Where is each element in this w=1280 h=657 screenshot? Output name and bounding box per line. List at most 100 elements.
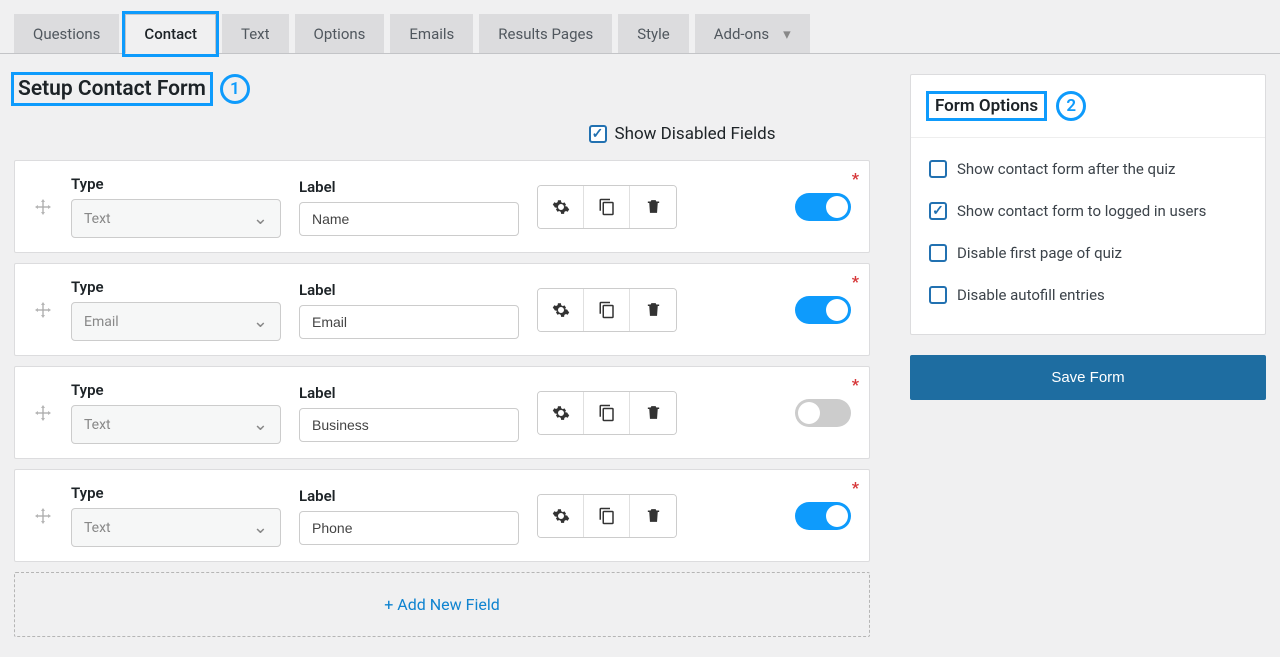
tab-label: Results Pages: [498, 25, 593, 43]
tab-emails[interactable]: Emails: [390, 14, 473, 53]
settings-button[interactable]: [538, 186, 584, 228]
settings-button[interactable]: [538, 495, 584, 537]
option-label: Show contact form after the quiz: [957, 160, 1175, 178]
option-label: Show contact form to logged in users: [957, 202, 1206, 220]
callout-1: 1: [220, 74, 250, 104]
field-actions: [537, 494, 677, 538]
type-select[interactable]: Text: [71, 405, 281, 444]
option-logged-in-users: Show contact form to logged in users: [929, 190, 1247, 232]
tab-style[interactable]: Style: [618, 14, 689, 53]
required-icon: *: [852, 272, 859, 291]
chevron-down-icon: [253, 208, 268, 229]
tab-label: Add-ons: [714, 25, 769, 43]
delete-button[interactable]: [630, 289, 676, 331]
type-select[interactable]: Text: [71, 508, 281, 547]
tab-options[interactable]: Options: [295, 14, 385, 53]
drag-handle-icon[interactable]: [33, 197, 53, 217]
required-icon: *: [852, 375, 859, 394]
show-disabled-label: Show Disabled Fields: [615, 124, 776, 144]
add-field-button[interactable]: + Add New Field: [14, 572, 870, 637]
tab-label: Contact: [144, 25, 197, 43]
form-options-title: Form Options: [929, 94, 1044, 118]
tab-contact[interactable]: Contact: [125, 14, 216, 54]
trash-icon: [645, 507, 662, 524]
option-checkbox[interactable]: [929, 202, 947, 220]
show-disabled-checkbox[interactable]: [589, 125, 607, 143]
settings-button[interactable]: [538, 392, 584, 434]
drag-handle-icon[interactable]: [33, 300, 53, 320]
duplicate-button[interactable]: [584, 392, 630, 434]
tab-bar: Questions Contact Text Options Emails Re…: [0, 0, 1280, 54]
type-select[interactable]: Email: [71, 302, 281, 341]
tab-questions[interactable]: Questions: [14, 14, 119, 53]
chevron-down-icon: [253, 311, 268, 332]
field-enable-toggle[interactable]: [795, 296, 851, 324]
type-value: Email: [84, 314, 119, 330]
copy-icon: [598, 198, 616, 216]
label-input[interactable]: [299, 408, 519, 442]
tab-results-pages[interactable]: Results Pages: [479, 14, 612, 53]
tab-label: Text: [241, 25, 270, 43]
option-label: Disable autofill entries: [957, 286, 1105, 304]
duplicate-button[interactable]: [584, 289, 630, 331]
type-label: Type: [71, 175, 281, 193]
drag-handle-icon[interactable]: [33, 403, 53, 423]
label-input[interactable]: [299, 305, 519, 339]
delete-button[interactable]: [630, 186, 676, 228]
type-value: Text: [84, 417, 111, 433]
save-form-button[interactable]: Save Form: [910, 355, 1266, 400]
tab-text[interactable]: Text: [222, 14, 289, 53]
label-label: Label: [299, 281, 519, 299]
duplicate-button[interactable]: [584, 495, 630, 537]
tab-label: Emails: [409, 25, 454, 43]
type-label: Type: [71, 484, 281, 502]
chevron-down-icon: [775, 25, 791, 43]
required-icon: *: [852, 169, 859, 188]
chevron-down-icon: [253, 414, 268, 435]
type-value: Text: [84, 211, 111, 227]
option-label: Disable first page of quiz: [957, 244, 1122, 262]
label-label: Label: [299, 178, 519, 196]
type-select[interactable]: Text: [71, 199, 281, 238]
option-checkbox[interactable]: [929, 286, 947, 304]
label-input[interactable]: [299, 511, 519, 545]
label-label: Label: [299, 487, 519, 505]
field-row: * Type Text Label: [14, 469, 870, 562]
label-label: Label: [299, 384, 519, 402]
copy-icon: [598, 404, 616, 422]
field-enable-toggle[interactable]: [795, 193, 851, 221]
label-input[interactable]: [299, 202, 519, 236]
copy-icon: [598, 507, 616, 525]
gear-icon: [552, 198, 570, 216]
page-title: Setup Contact Form: [14, 75, 210, 103]
option-after-quiz: Show contact form after the quiz: [929, 148, 1247, 190]
option-checkbox[interactable]: [929, 244, 947, 262]
option-checkbox[interactable]: [929, 160, 947, 178]
field-enable-toggle[interactable]: [795, 502, 851, 530]
field-enable-toggle[interactable]: [795, 399, 851, 427]
field-actions: [537, 288, 677, 332]
type-value: Text: [84, 520, 111, 536]
tab-label: Questions: [33, 25, 100, 43]
drag-handle-icon[interactable]: [33, 506, 53, 526]
trash-icon: [645, 301, 662, 318]
field-actions: [537, 185, 677, 229]
settings-button[interactable]: [538, 289, 584, 331]
gear-icon: [552, 507, 570, 525]
required-icon: *: [852, 478, 859, 497]
chevron-down-icon: [253, 517, 268, 538]
delete-button[interactable]: [630, 495, 676, 537]
type-label: Type: [71, 278, 281, 296]
form-options-card: Form Options 2 Show contact form after t…: [910, 74, 1266, 335]
duplicate-button[interactable]: [584, 186, 630, 228]
add-field-label: + Add New Field: [384, 595, 500, 614]
delete-button[interactable]: [630, 392, 676, 434]
tab-label: Style: [637, 25, 670, 43]
copy-icon: [598, 301, 616, 319]
type-label: Type: [71, 381, 281, 399]
trash-icon: [645, 404, 662, 421]
tab-addons[interactable]: Add-ons: [695, 14, 810, 53]
trash-icon: [645, 198, 662, 215]
field-actions: [537, 391, 677, 435]
gear-icon: [552, 404, 570, 422]
